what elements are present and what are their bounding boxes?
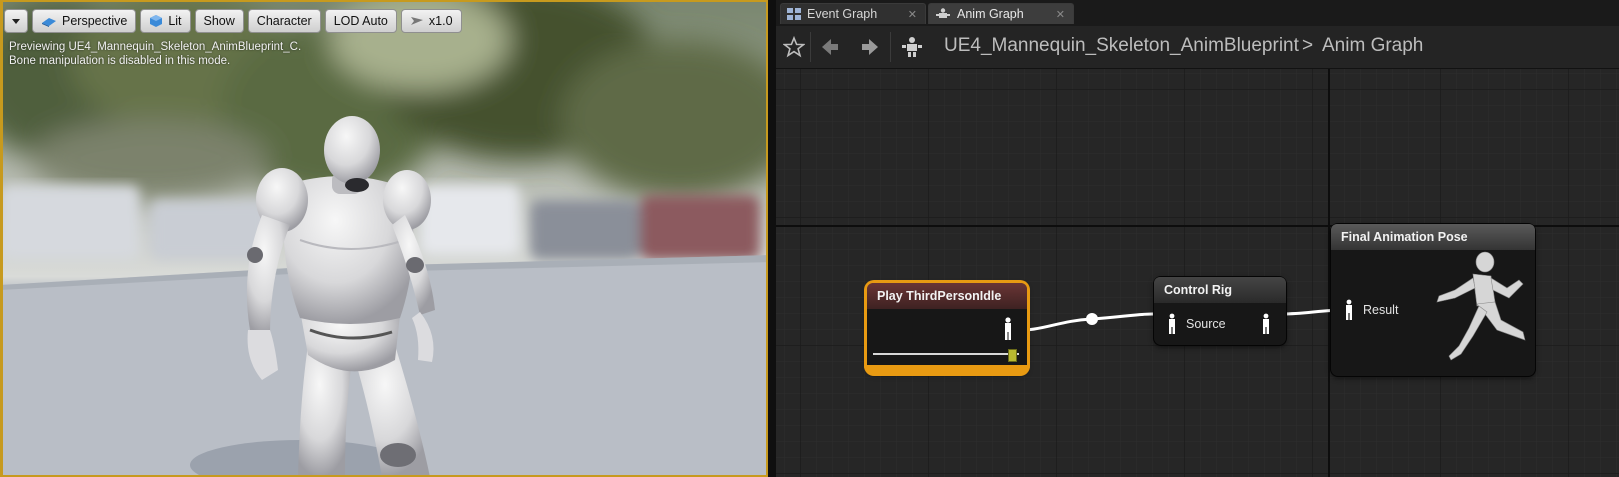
character-button[interactable]: Character: [247, 9, 321, 33]
character-label: Character: [256, 14, 312, 28]
show-label: Show: [203, 14, 235, 28]
preview-viewport[interactable]: Perspective Lit Show Character LOD Auto …: [0, 0, 772, 477]
source-pin-label: Source: [1186, 317, 1226, 331]
chevron-down-icon: [12, 19, 20, 24]
perspective-cube-icon: [42, 18, 56, 27]
pose-output-pin-icon[interactable]: [1001, 317, 1015, 341]
viewport-info-text: Previewing UE4_Mannequin_Skeleton_AnimBl…: [9, 40, 301, 68]
control-rig-title: Control Rig: [1154, 277, 1286, 303]
tab-anim-graph[interactable]: Anim Graph ✕: [928, 3, 1074, 24]
breadcrumb-chevron: >: [1302, 35, 1314, 56]
show-button[interactable]: Show: [194, 9, 244, 33]
star-icon: [783, 36, 805, 58]
lod-label: LOD Auto: [333, 14, 388, 28]
perspective-button[interactable]: Perspective: [32, 9, 137, 33]
close-icon[interactable]: ✕: [908, 8, 917, 21]
anim-blueprint-icon-button[interactable]: [898, 34, 926, 60]
info-line-previewing: Previewing UE4_Mannequin_Skeleton_AnimBl…: [9, 41, 302, 53]
lit-sphere-icon: [150, 15, 163, 27]
lit-button[interactable]: Lit: [140, 9, 191, 33]
viewport-toolbar: Perspective Lit Show Character LOD Auto …: [4, 9, 462, 33]
forward-button[interactable]: [856, 34, 884, 60]
breadcrumb-separator-line: [810, 32, 811, 62]
playback-progress-thumb[interactable]: [1008, 349, 1017, 362]
result-input-pin-icon[interactable]: [1343, 299, 1355, 321]
arrow-right-icon: [862, 39, 878, 55]
final-pose-title: Final Animation Pose: [1331, 224, 1535, 250]
anim-graph-panel: Event Graph ✕ Anim Graph ✕ UE4_Mannequin…: [776, 0, 1619, 477]
close-icon[interactable]: ✕: [1056, 8, 1065, 21]
result-pin-label: Result: [1363, 303, 1399, 317]
speed-arrow-icon: [410, 17, 423, 25]
control-rig-node[interactable]: Control Rig Source: [1154, 277, 1286, 345]
play-node-title: Play ThirdPersonIdle: [867, 283, 1027, 309]
tab-anim-graph-label: Anim Graph: [957, 7, 1024, 21]
panel-splitter[interactable]: [768, 0, 776, 477]
lod-button[interactable]: LOD Auto: [324, 9, 397, 33]
breadcrumb-blueprint[interactable]: UE4_Mannequin_Skeleton_AnimBlueprint: [944, 35, 1299, 57]
breadcrumb-separator-line: [890, 32, 891, 62]
lit-label: Lit: [168, 14, 182, 28]
breadcrumb-graph[interactable]: Anim Graph: [1322, 35, 1423, 57]
play-thirdpersonidle-node[interactable]: Play ThirdPersonIdle: [864, 283, 1030, 373]
playback-speed-button[interactable]: x1.0: [400, 9, 462, 33]
active-node-footer: [864, 365, 1030, 373]
playback-progress-track: [873, 353, 1019, 355]
tab-event-graph[interactable]: Event Graph ✕: [780, 3, 926, 24]
tab-event-graph-label: Event Graph: [807, 7, 878, 21]
perspective-label: Perspective: [62, 14, 128, 28]
pose-input-pin-icon[interactable]: [1166, 313, 1178, 335]
back-button[interactable]: [816, 34, 844, 60]
info-line-bone-manipulation: Bone manipulation is disabled in this mo…: [9, 55, 231, 67]
pose-output-pin-icon[interactable]: [1260, 313, 1272, 335]
breadcrumb-bar: UE4_Mannequin_Skeleton_AnimBlueprint > A…: [776, 26, 1619, 69]
favorite-star-button[interactable]: [780, 34, 808, 60]
graph-tab-bar: Event Graph ✕ Anim Graph ✕: [776, 0, 1619, 26]
graph-editor-canvas[interactable]: Play ThirdPersonIdle Control Rig Source …: [776, 69, 1619, 477]
arrow-left-icon: [822, 39, 838, 55]
viewport-scene: [0, 0, 772, 477]
speed-label: x1.0: [428, 14, 453, 28]
anim-graph-icon: [936, 8, 950, 18]
final-animation-pose-node[interactable]: Final Animation Pose Result: [1331, 224, 1535, 376]
running-mannequin-icon: [1436, 251, 1526, 361]
viewport-options-button[interactable]: [4, 9, 28, 33]
skeleton-icon: [902, 37, 922, 57]
event-graph-icon: [787, 8, 801, 20]
